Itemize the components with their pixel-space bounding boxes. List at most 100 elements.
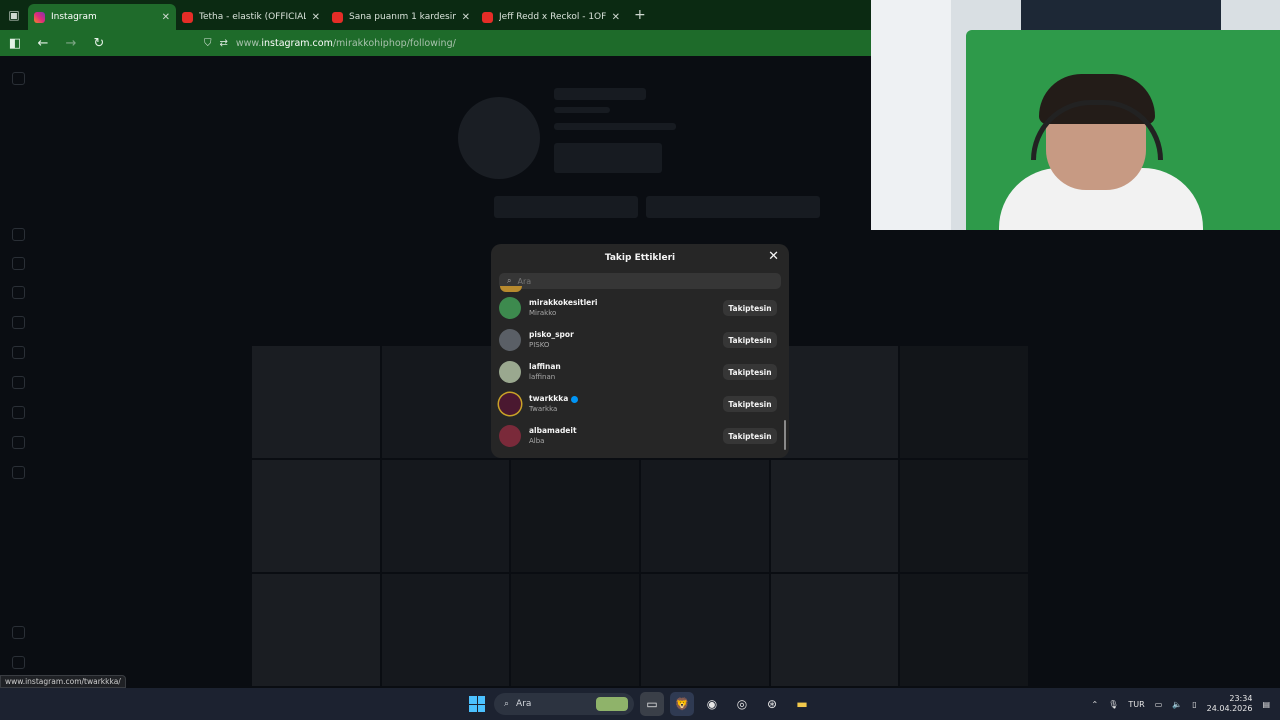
send-icon — [12, 286, 25, 299]
taskbar-search-label: Ara — [516, 699, 532, 709]
username[interactable]: pisko_spor — [529, 330, 723, 340]
username[interactable]: twarkkka — [529, 394, 723, 404]
site-settings-icon[interactable]: ⇄ — [220, 38, 228, 49]
post-tile — [252, 574, 380, 686]
threads-icon — [12, 466, 25, 479]
close-icon[interactable]: ✕ — [768, 249, 779, 264]
list-item[interactable]: pisko_spor PISKO Takiptesin — [491, 324, 789, 356]
following-button[interactable]: Takiptesin — [723, 332, 777, 348]
modal-header: Takip Ettikleri ✕ — [491, 246, 789, 270]
tab-youtube-2[interactable]: Sana puanım 1 kardesim - YouT ✕ — [326, 4, 476, 30]
post-tile — [770, 460, 899, 572]
speaker-icon[interactable]: 🔈 — [1172, 700, 1182, 709]
link-status-url: www.instagram.com/twarkkka/ — [0, 675, 126, 688]
following-button[interactable]: Takiptesin — [723, 300, 777, 316]
tab-actions-icon[interactable]: ▣ — [0, 0, 28, 30]
post-tile — [511, 574, 639, 686]
language-indicator[interactable]: TUR — [1128, 700, 1144, 709]
username[interactable]: albamadeit — [529, 426, 723, 436]
full-name: laffinan — [529, 373, 556, 381]
taskbar-search[interactable]: ⌕ Ara — [494, 693, 634, 715]
tab-youtube-3[interactable]: Jeff Redd x Reckol - 1OFBLANC ✕ — [476, 4, 626, 30]
url-text[interactable]: www.instagram.com/mirakkohiphop/followin… — [236, 38, 456, 49]
full-name: PISKO — [529, 341, 550, 349]
meta-icon — [12, 656, 25, 669]
following-modal: Takip Ettikleri ✕ ⌕ mirakkokesitleri Mir… — [491, 244, 789, 458]
forward-button[interactable]: → — [64, 36, 78, 51]
list-item[interactable]: mirakkokesitleri Mirakko Takiptesin — [491, 292, 789, 324]
profile-picture — [458, 97, 540, 179]
brave-browser-icon[interactable]: 🦁 — [670, 692, 694, 716]
taskbar: ⌕ Ara ▭ 🦁 ◉ ◎ ⊛ ▬ ⌃ 🎙 TUR ▭ 🔈 ▯ 23:34 24… — [0, 688, 1280, 720]
user-names: mirakkokesitleri Mirakko — [529, 298, 723, 318]
file-explorer-icon[interactable]: ▬ — [790, 692, 814, 716]
avatar[interactable] — [499, 393, 521, 415]
battery-icon[interactable]: ▯ — [1192, 700, 1196, 709]
shield-icon[interactable]: ⛉ — [204, 38, 212, 49]
following-list[interactable]: mirakkokesitleri Mirakko Takiptesin pisk… — [491, 292, 789, 452]
list-item[interactable]: laffinan laffinan Takiptesin — [491, 356, 789, 388]
heart-icon — [12, 376, 25, 389]
list-item[interactable]: twarkkka Twarkka Takiptesin — [491, 388, 789, 420]
sidebar-toggle-icon[interactable]: ◧ — [8, 36, 22, 51]
tab-label: Jeff Redd x Reckol - 1OFBLANC — [499, 12, 606, 22]
tab-instagram[interactable]: Instagram ✕ — [28, 4, 176, 30]
avatar[interactable] — [499, 297, 521, 319]
address-bar[interactable]: ⛉ ⇄ www.instagram.com/mirakkohiphop/foll… — [204, 38, 456, 49]
user-names: laffinan laffinan — [529, 362, 723, 382]
tab-close-icon[interactable]: ✕ — [462, 12, 470, 23]
avatar[interactable] — [499, 425, 521, 447]
post-tile — [770, 574, 899, 686]
clock[interactable]: 23:34 24.04.2026 — [1207, 694, 1253, 714]
post-tile — [252, 460, 380, 572]
tab-close-icon[interactable]: ✕ — [612, 12, 620, 23]
instagram-icon — [34, 11, 45, 23]
user-names: pisko_spor PISKO — [529, 330, 723, 350]
following-button[interactable]: Takiptesin — [723, 364, 777, 380]
steam-icon[interactable]: ⊛ — [760, 692, 784, 716]
tab-label: Instagram — [51, 12, 97, 22]
discord-icon[interactable]: ◎ — [730, 692, 754, 716]
create-icon — [12, 406, 25, 419]
verified-badge-icon — [571, 395, 579, 403]
chrome-icon[interactable]: ◉ — [700, 692, 724, 716]
full-name: Alba — [529, 437, 545, 445]
profile-subtitle-ghost — [554, 107, 610, 113]
message-button-ghost — [646, 196, 820, 218]
start-button[interactable] — [466, 693, 488, 715]
reload-button[interactable]: ↻ — [92, 36, 106, 51]
tab-youtube-1[interactable]: Tetha - elastik (OFFICIAL MUSIC ✕ — [176, 4, 326, 30]
youtube-icon — [182, 11, 193, 23]
search-input[interactable] — [517, 276, 718, 286]
modal-title: Takip Ettikleri — [604, 253, 676, 263]
notification-icon[interactable]: ▤ — [1262, 700, 1270, 709]
task-view-icon[interactable]: ▭ — [640, 692, 664, 716]
post-tile — [381, 460, 510, 572]
username[interactable]: laffinan — [529, 362, 723, 372]
taskbar-apps: ⌕ Ara ▭ 🦁 ◉ ◎ ⊛ ▬ — [466, 692, 814, 716]
following-button[interactable]: Takiptesin — [723, 396, 777, 412]
new-tab-button[interactable]: + — [634, 7, 646, 23]
username[interactable]: mirakkokesitleri — [529, 298, 723, 308]
screen: ▣ Instagram ✕ Tetha - elastik (OFFICIAL … — [0, 0, 1280, 720]
chevron-up-icon[interactable]: ⌃ — [1092, 700, 1099, 709]
avatar[interactable] — [499, 361, 521, 383]
post-tile — [900, 460, 1028, 572]
scrollbar[interactable] — [784, 420, 786, 450]
back-button[interactable]: ← — [36, 36, 50, 51]
user-names: albamadeit Alba — [529, 426, 723, 446]
network-icon[interactable]: ▭ — [1155, 700, 1163, 709]
avatar[interactable] — [499, 329, 521, 351]
search-icon: ⌕ — [507, 276, 512, 285]
list-item[interactable]: albamadeit Alba Takiptesin — [491, 420, 789, 452]
home-icon — [12, 228, 25, 241]
explore-icon — [12, 346, 25, 359]
user-names: twarkkka Twarkka — [529, 394, 723, 414]
search-box[interactable]: ⌕ — [499, 273, 781, 289]
post-tile — [900, 346, 1028, 458]
search-icon: ⌕ — [504, 699, 510, 709]
tab-close-icon[interactable]: ✕ — [162, 12, 170, 23]
tab-close-icon[interactable]: ✕ — [312, 12, 320, 23]
following-button[interactable]: Takiptesin — [723, 428, 777, 444]
microphone-icon[interactable]: 🎙 — [1108, 700, 1118, 709]
